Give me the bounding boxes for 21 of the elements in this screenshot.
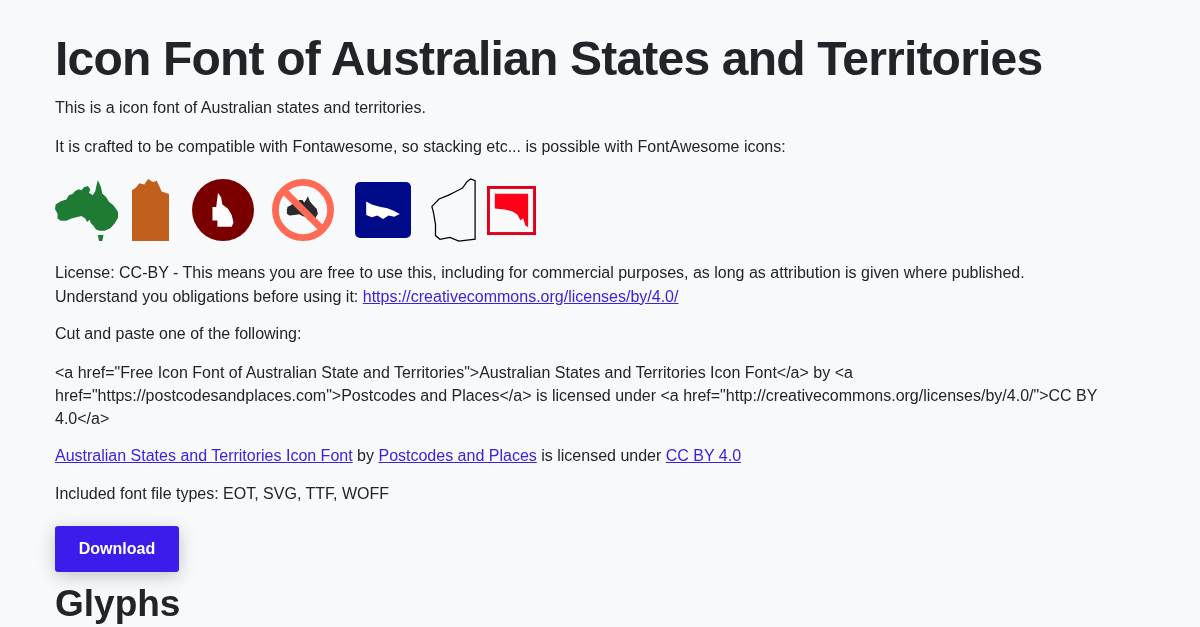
australia-map-icon — [55, 179, 118, 241]
section-heading: Glyphs — [55, 583, 181, 625]
license-link[interactable]: https://creativecommons.org/licenses/by/4.0/ — [362, 287, 679, 305]
state-circle-icon — [192, 179, 254, 242]
credit-link[interactable]: Australian States and Territories Icon Font — [55, 446, 353, 464]
page-title: Icon Font of Australian States and Territories — [55, 31, 1043, 87]
download-button[interactable]: Download — [55, 525, 179, 572]
license-text: License: CC-BY - This means you are free to use this, including for commercial purposes, as long as attribution is given where published. Understand you obligations before using it: https://creativecommons.org/licenses/by/4.0/ — [55, 262, 1026, 307]
intro-text: It is crafted to be compatible with Fontawesome, so stacking etc... is possible with FontAwesome icons: — [55, 136, 786, 157]
territory-map-icon — [132, 179, 169, 242]
state-outline-icon — [431, 178, 476, 243]
state-framed-icon — [487, 185, 536, 235]
prohibited-map-icon — [272, 179, 334, 242]
credit-link[interactable]: CC BY 4.0 — [665, 446, 742, 464]
instruction-text: Cut and paste one of the following: — [55, 323, 302, 344]
state-square-icon — [355, 182, 411, 239]
attribution-text: Australian States and Territories Icon Font by Postcodes and Places is licensed under CC BY 4.0 — [55, 445, 742, 466]
code-snippet: <a href="Free Icon Font of Australian State and Territories">Australian States and Territories Icon Font</a> by <a href="https://postcodesandplaces.com">Postcodes and Places</a> is licensed under <a href="http://creativecommons.org/licenses/by/4.0/">CC BY 4.0</a> — [55, 362, 1099, 429]
credit-link[interactable]: Postcodes and Places — [378, 446, 537, 464]
file-types-text: Included font file types: EOT, SVG, TTF, WOFF — [55, 483, 390, 504]
intro-text: This is a icon font of Australian states and territories. — [55, 97, 426, 118]
